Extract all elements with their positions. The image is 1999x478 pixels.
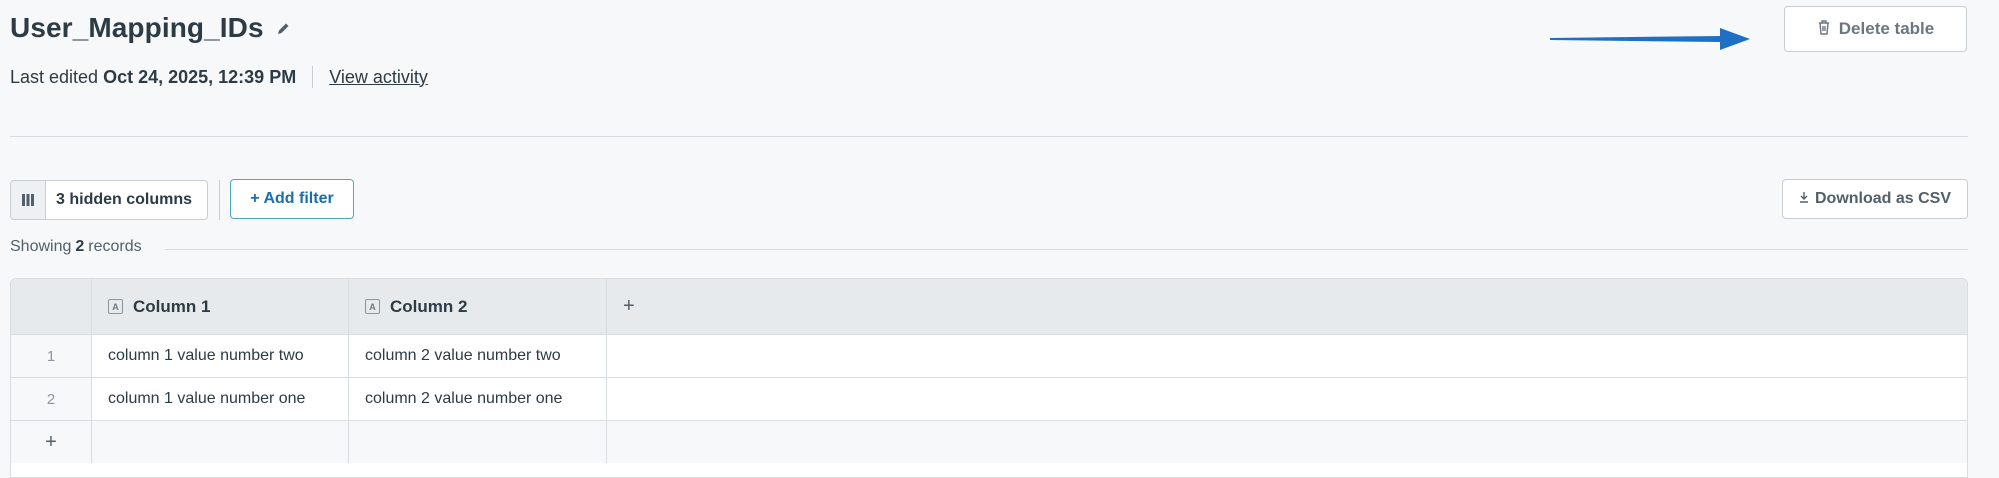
download-csv-button[interactable]: Download as CSV	[1782, 179, 1968, 219]
column-header-label: Column 2	[390, 296, 468, 316]
empty-cell	[607, 421, 1967, 463]
row-number: 1	[11, 335, 92, 377]
title-row: User_Mapping_IDs	[10, 12, 292, 44]
table-cell[interactable]: column 2 value number one	[349, 378, 607, 420]
empty-cell	[349, 421, 607, 463]
download-icon	[1799, 190, 1809, 208]
table-row: 1 column 1 value number two column 2 val…	[11, 335, 1967, 378]
columns-icon	[11, 181, 46, 219]
column-header[interactable]: A Column 1	[92, 279, 349, 334]
data-table: A Column 1 A Column 2 + 1 column 1 value…	[10, 278, 1968, 478]
text-type-icon: A	[365, 299, 380, 314]
column-header-label: Column 1	[133, 296, 211, 316]
pencil-icon[interactable]	[274, 20, 292, 38]
trash-icon	[1817, 19, 1831, 40]
delete-table-label: Delete table	[1838, 19, 1935, 38]
add-row-cell: +	[11, 421, 92, 463]
table-cell[interactable]: column 1 value number two	[92, 335, 349, 377]
table-row: 2 column 1 value number one column 2 val…	[11, 378, 1967, 421]
delete-table-button[interactable]: Delete table	[1784, 6, 1967, 52]
text-type-icon: A	[108, 299, 123, 314]
records-suffix: records	[88, 238, 142, 255]
view-activity-link[interactable]: View activity	[329, 67, 428, 88]
empty-cell	[607, 378, 1967, 420]
records-divider	[165, 249, 1968, 250]
records-count: Showing 2 records	[10, 238, 142, 256]
add-column-cell: +	[607, 279, 1967, 334]
add-row: +	[11, 421, 1967, 463]
table-cell[interactable]: column 1 value number one	[92, 378, 349, 420]
empty-cell	[92, 421, 349, 463]
hidden-columns-label: 3 hidden columns	[56, 191, 193, 208]
hidden-columns-button[interactable]: 3 hidden columns	[10, 180, 208, 220]
table-cell[interactable]: column 2 value number two	[349, 335, 607, 377]
row-number: 2	[11, 378, 92, 420]
last-edited-row: Last edited Oct 24, 2025, 12:39 PM View …	[10, 66, 428, 88]
add-row-button[interactable]: +	[45, 431, 57, 454]
records-number: 2	[75, 238, 85, 255]
arrow-icon	[1550, 28, 1750, 50]
page-title: User_Mapping_IDs	[10, 12, 264, 43]
download-csv-label: Download as CSV	[1814, 190, 1952, 207]
last-edited-date: Oct 24, 2025, 12:39 PM	[103, 66, 297, 87]
toolbar-divider	[219, 180, 220, 220]
row-number-header	[11, 279, 92, 334]
records-prefix: Showing	[10, 238, 72, 255]
empty-cell	[607, 335, 1967, 377]
last-edited-label: Last edited	[10, 66, 99, 87]
column-header[interactable]: A Column 2	[349, 279, 607, 334]
section-divider	[10, 136, 1968, 137]
table-header: A Column 1 A Column 2 +	[11, 279, 1967, 335]
add-column-button[interactable]: +	[623, 295, 635, 318]
add-filter-button[interactable]: + Add filter	[230, 179, 354, 219]
meta-divider	[312, 66, 314, 88]
